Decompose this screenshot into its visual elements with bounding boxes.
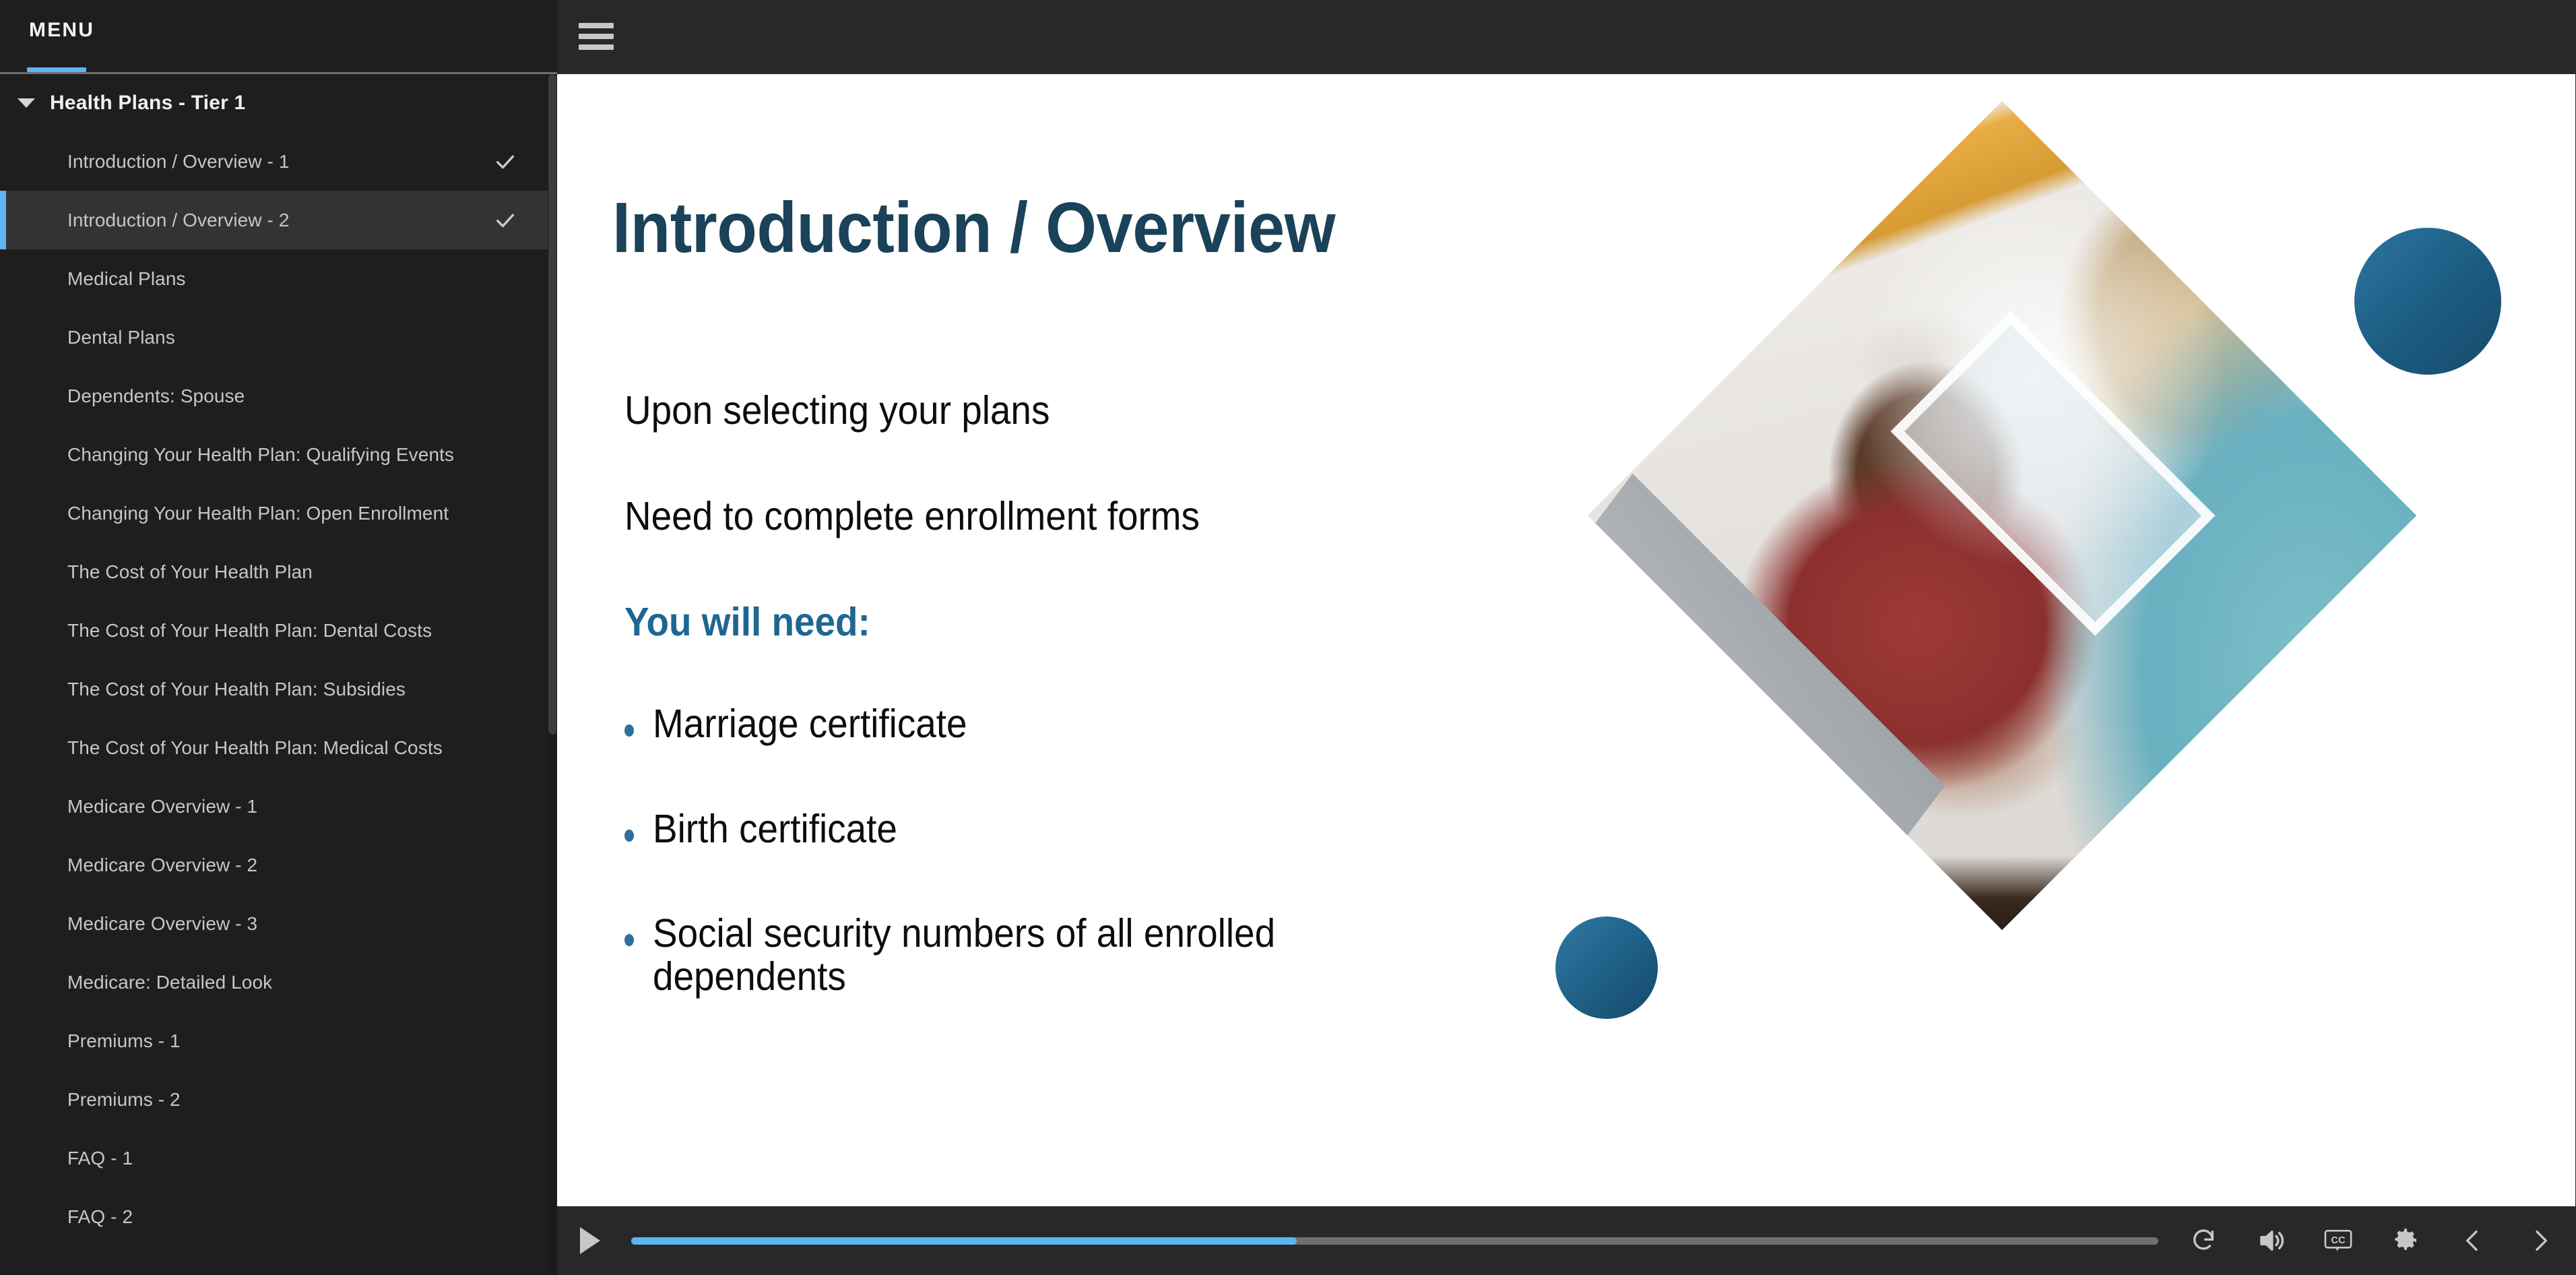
main-topbar	[557, 0, 2576, 74]
nav-item-label: FAQ - 1	[67, 1147, 133, 1169]
player-controls: CC	[557, 1206, 2576, 1275]
chevron-left-icon[interactable]	[2452, 1220, 2494, 1262]
photo-window-detail	[1890, 311, 2216, 635]
bullet-dot-icon	[624, 934, 634, 947]
nav-item-label: The Cost of Your Health Plan: Subsidies	[67, 678, 406, 699]
nav-item[interactable]: Changing Your Health Plan: Qualifying Ev…	[0, 425, 557, 484]
nav-item[interactable]: Medical Plans	[0, 249, 557, 308]
svg-text:CC: CC	[2331, 1235, 2346, 1246]
volume-icon[interactable]	[2250, 1220, 2292, 1262]
nav-item-label: Introduction / Overview - 2	[67, 209, 290, 230]
slide-bullet-text: Birth certificate	[653, 806, 897, 851]
nav-item-label: Medical Plans	[67, 268, 186, 289]
nav-item[interactable]: FAQ - 1	[0, 1129, 557, 1187]
nav-item[interactable]: Dependents: Spouse	[0, 367, 557, 425]
nav-item[interactable]: Medicare Overview - 3	[0, 894, 557, 953]
menu-label: MENU	[29, 19, 95, 41]
nav-item[interactable]: Medicare Overview - 2	[0, 836, 557, 894]
slide-bullet-text: Marriage certificate	[653, 702, 967, 746]
nav-item[interactable]: The Cost of Your Health Plan	[0, 542, 557, 601]
bullet-dot-icon	[624, 829, 634, 842]
nav-group-label: Health Plans - Tier 1	[50, 92, 246, 114]
control-icon-group: CC	[2183, 1220, 2561, 1262]
nav-item-label: The Cost of Your Health Plan: Dental Cos…	[67, 619, 432, 641]
decorative-circle-small	[1555, 916, 1658, 1019]
slide-body: Upon selecting your plans Need to comple…	[624, 391, 1467, 1061]
nav-item-label: Medicare: Detailed Look	[67, 971, 273, 993]
nav-group-health-plans-tier-1[interactable]: Health Plans - Tier 1	[0, 74, 557, 132]
nav-item-label: Dental Plans	[67, 326, 175, 348]
hamburger-line	[579, 23, 614, 28]
slide-text-line: Upon selecting your plans	[624, 388, 1050, 433]
decorative-circle-large	[2354, 228, 2501, 375]
nav-item[interactable]: FAQ - 2	[0, 1187, 557, 1246]
nav-item-label: Medicare Overview - 3	[67, 912, 258, 934]
slide-decorative-artwork	[1554, 100, 2558, 1071]
chevron-down-icon	[18, 98, 35, 108]
slide-title: Introduction / Overview	[612, 188, 1336, 268]
nav-item[interactable]: The Cost of Your Health Plan: Dental Cos…	[0, 601, 557, 660]
sidebar-scrollbar-thumb[interactable]	[548, 74, 556, 735]
slide-accent-heading: You will need:	[624, 600, 870, 644]
slide-text-line: Need to complete enrollment forms	[624, 494, 1200, 538]
progress-slider[interactable]	[631, 1206, 2158, 1275]
completed-check-icon	[496, 155, 515, 168]
main-area: Introduction / Overview Upon selecting y…	[557, 0, 2576, 1275]
nav-item[interactable]: Medicare Overview - 1	[0, 777, 557, 836]
sidebar-header: MENU	[0, 0, 557, 74]
nav-item[interactable]: Premiums - 1	[0, 1012, 557, 1070]
replay-icon[interactable]	[2183, 1220, 2224, 1262]
nav-item-label: Introduction / Overview - 1	[67, 150, 290, 172]
sidebar: MENU Health Plans - Tier 1 Introduction …	[0, 0, 557, 1275]
nav-item-label: The Cost of Your Health Plan: Medical Co…	[67, 737, 443, 758]
slide-bullet: Social security numbers of all enrolled …	[624, 912, 1467, 998]
nav-item-label: Premiums - 1	[67, 1030, 181, 1051]
bullet-dot-icon	[624, 724, 634, 737]
nav-item[interactable]: Changing Your Health Plan: Open Enrollme…	[0, 484, 557, 542]
nav-item-label: Medicare Overview - 2	[67, 854, 258, 875]
nav-item[interactable]: Medicare: Detailed Look	[0, 953, 557, 1012]
nav-item-label: Dependents: Spouse	[67, 385, 245, 406]
nav-item[interactable]: Premiums - 2	[0, 1070, 557, 1129]
nav-item-label: Premiums - 2	[67, 1088, 181, 1110]
slide-stage: Introduction / Overview Upon selecting y…	[557, 74, 2576, 1206]
menu-tab-active-indicator	[27, 67, 86, 72]
nav-item[interactable]: Dental Plans	[0, 308, 557, 367]
nav-item[interactable]: Introduction / Overview - 1	[0, 132, 557, 191]
photo-laptop-detail	[1587, 474, 1945, 931]
slide-photo	[1587, 100, 2417, 931]
nav-item-label: The Cost of Your Health Plan	[67, 561, 313, 582]
nav-item[interactable]: The Cost of Your Health Plan: Medical Co…	[0, 718, 557, 777]
hamburger-menu-icon[interactable]	[579, 23, 614, 50]
progress-track[interactable]	[631, 1237, 2158, 1245]
sidebar-nav-scroll-area[interactable]: Health Plans - Tier 1 Introduction / Ove…	[0, 74, 557, 1275]
slide-photo-diamond	[1587, 100, 2417, 931]
gear-icon[interactable]	[2385, 1220, 2426, 1262]
nav-item[interactable]: Introduction / Overview - 2	[0, 191, 557, 249]
nav-item-list: Introduction / Overview - 1 Introduction …	[0, 132, 557, 1246]
play-icon[interactable]	[569, 1220, 611, 1262]
cc-icon[interactable]: CC	[2317, 1220, 2359, 1262]
nav-item[interactable]: The Cost of Your Health Plan: Subsidies	[0, 660, 557, 718]
hamburger-line	[579, 34, 614, 39]
chevron-right-icon[interactable]	[2519, 1220, 2561, 1262]
nav-item-label: Medicare Overview - 1	[67, 795, 258, 817]
progress-fill	[631, 1237, 1297, 1245]
sidebar-scrollbar[interactable]	[548, 74, 557, 1275]
slide-bullet-text: Social security numbers of all enrolled …	[653, 911, 1276, 999]
slide-canvas: Introduction / Overview Upon selecting y…	[557, 74, 2575, 1206]
nav-item-label: Changing Your Health Plan: Open Enrollme…	[67, 502, 449, 524]
slide-bullet: Marriage certificate	[624, 702, 1467, 746]
nav-item-label: Changing Your Health Plan: Qualifying Ev…	[67, 443, 455, 465]
completed-check-icon	[496, 214, 515, 227]
nav-item-label: FAQ - 2	[67, 1206, 133, 1227]
play-triangle	[580, 1227, 600, 1254]
slide-bullet: Birth certificate	[624, 806, 1467, 851]
hamburger-line	[579, 44, 614, 50]
course-player: MENU Health Plans - Tier 1 Introduction …	[0, 0, 2576, 1275]
